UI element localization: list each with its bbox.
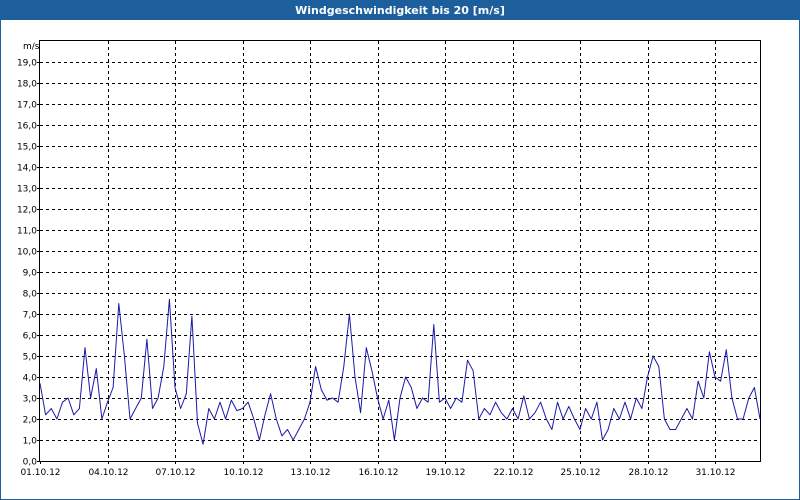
y-tick-label: 6,0 — [23, 332, 38, 342]
x-axis: 01.10.12 04.10.12 07.10.12 10.10.12 13.10.12… — [20, 461, 736, 478]
x-tick-label: 07.10.12 — [155, 468, 195, 478]
y-tick-label: 14,0 — [17, 164, 37, 174]
y-tick-label: 13,0 — [17, 185, 37, 195]
y-tick-label: 16,0 — [17, 122, 37, 132]
x-tick-label: 31.10.12 — [695, 468, 735, 478]
x-tick-label: 10.10.12 — [223, 468, 263, 478]
x-tick-label: 22.10.12 — [493, 468, 533, 478]
x-tick-label: 28.10.12 — [628, 468, 668, 478]
x-tick-label: 13.10.12 — [290, 468, 330, 478]
y-tick-label: 0,0 — [23, 458, 38, 468]
y-tick-label: 17,0 — [17, 101, 37, 111]
y-tick-label: 10,0 — [17, 248, 37, 258]
y-tick-label: 1,0 — [23, 437, 38, 447]
series-group — [39, 298, 761, 445]
y-tick-label: 8,0 — [23, 290, 38, 300]
y-tick-label: 12,0 — [17, 206, 37, 216]
y-tick-label: 7,0 — [23, 311, 38, 321]
x-tick-label: 01.10.12 — [20, 468, 60, 478]
x-tick-label: 16.10.12 — [358, 468, 398, 478]
wind-speed-chart: m/s 0,0 1,0 2,0 3,0 4,0 5,0 6,0 7,0 8,0 9,0 10,0 11… — [17, 40, 761, 478]
x-tick-label: 19.10.12 — [425, 468, 465, 478]
y-axis-unit-label: m/s — [23, 42, 40, 52]
y-tick-label: 5,0 — [23, 353, 38, 363]
y-tick-label: 2,0 — [23, 416, 38, 426]
y-tick-label: 19,0 — [17, 59, 37, 69]
series-line — [39, 298, 761, 445]
y-tick-label: 4,0 — [23, 374, 38, 384]
y-tick-label: 3,0 — [23, 395, 38, 405]
y-axis: 0,0 1,0 2,0 3,0 4,0 5,0 6,0 7,0 8,0 9,0 10,0 11,0 12… — [17, 59, 40, 468]
y-tick-label: 11,0 — [17, 227, 37, 237]
x-tick-label: 25.10.12 — [560, 468, 600, 478]
y-tick-label: 9,0 — [23, 269, 38, 279]
y-tick-label: 15,0 — [17, 143, 37, 153]
y-tick-label: 18,0 — [17, 80, 37, 90]
chart-window: Windgeschwindigkeit bis 20 [m/s] m/s 0,0… — [0, 0, 800, 500]
x-tick-label: 04.10.12 — [88, 468, 128, 478]
